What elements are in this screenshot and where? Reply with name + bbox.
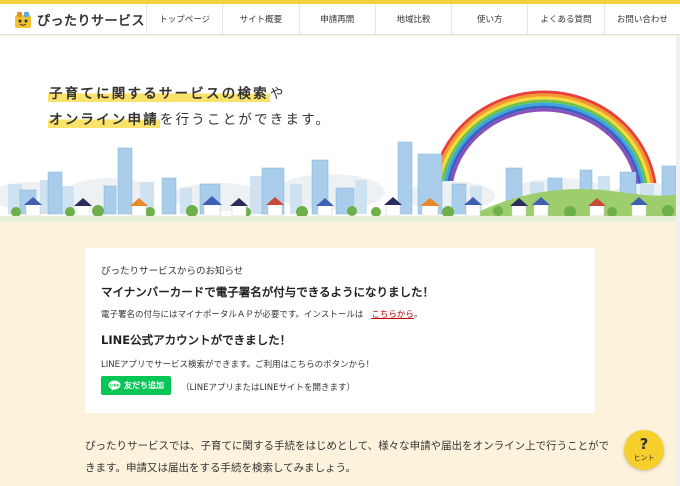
news-esign-body: 電子署名の付与にはマイナポータルＡＰが必要です。インストールは こちらから。 <box>101 308 422 320</box>
notice-heading: ぴったりサービスからのお知らせ <box>101 266 244 277</box>
line-button-label: 友だち追加 <box>124 381 164 390</box>
hero-line2-highlight: オンライン申請 <box>48 108 160 128</box>
line-button-note: （LINEアプリまたはLINEサイトを開きます） <box>181 383 355 393</box>
global-nav: トップページ サイト概要 申請再開 地域比較 使い方 よくある質問 お問い合わせ <box>147 4 680 34</box>
news-line-body: LINEアプリでサービス検索ができます。ご利用はこちらのボタンから！ <box>101 360 375 370</box>
scrollbar[interactable] <box>676 36 680 486</box>
nav-contact[interactable]: お問い合わせ <box>605 4 680 34</box>
intro-text: ぴったりサービスでは、子育てに関する手続をはじめとして、様々な申請や届出をオンラ… <box>85 440 610 474</box>
svg-text:LINE: LINE <box>110 384 120 388</box>
logo-icon <box>15 11 31 28</box>
line-chat-icon: LINE <box>108 380 121 391</box>
news-esign-end: 。 <box>413 310 423 320</box>
news-line-title: LINE公式アカウントができました！ <box>101 333 292 347</box>
hint-label: ヒント <box>633 454 655 462</box>
site-header: ぴったりサービス トップページ サイト概要 申請再開 地域比較 使い方 よくある… <box>0 4 680 35</box>
hero-line1-rest: や <box>269 86 286 102</box>
nav-overview[interactable]: サイト概要 <box>223 4 300 34</box>
nav-top[interactable]: トップページ <box>147 4 224 34</box>
hero-line2-rest: を行うことができます。 <box>159 112 332 128</box>
hero-line1-highlight: 子育てに関するサービスの検索 <box>48 82 270 102</box>
nav-compare[interactable]: 地域比較 <box>376 4 453 34</box>
hero-tagline: 子育てに関するサービスの検索 や オンライン申請 を行うことができます。 <box>48 82 331 134</box>
install-link[interactable]: こちらから <box>371 310 414 320</box>
hero-banner: 子育てに関するサービスの検索 や オンライン申請 を行うことができます。 <box>0 36 680 222</box>
line-add-friend-button[interactable]: LINE 友だち追加 <box>101 376 171 395</box>
logo-text: ぴったりサービス <box>37 14 146 29</box>
nav-faq[interactable]: よくある質問 <box>528 4 605 34</box>
news-esign-title: マイナンバーカードで電子署名が付与できるようになりました！ <box>101 285 435 299</box>
hint-button[interactable]: ? ヒント <box>624 430 664 470</box>
nav-howto[interactable]: 使い方 <box>452 4 529 34</box>
question-icon: ? <box>639 435 649 453</box>
site-logo[interactable]: ぴったりサービス <box>0 4 147 35</box>
notice-card: ぴったりサービスからのお知らせ マイナンバーカードで電子署名が付与できるようにな… <box>85 248 595 413</box>
nav-resume[interactable]: 申請再開 <box>300 4 376 34</box>
news-esign-text: 電子署名の付与にはマイナポータルＡＰが必要です。インストールは <box>101 310 364 320</box>
